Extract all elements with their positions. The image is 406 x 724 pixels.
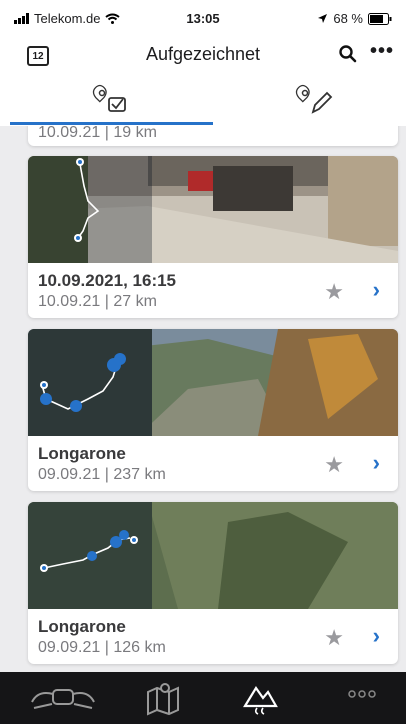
track-thumbnail <box>28 329 398 436</box>
track-card[interactable]: 10.09.2021, 16:15 10.09.21 | 27 km ★ › <box>28 156 398 318</box>
track-footer: Longarone 09.09.21 | 126 km ★ › <box>28 609 398 664</box>
track-card[interactable]: 10.09.21 | 19 km <box>28 126 398 146</box>
favorite-star-icon[interactable]: ★ <box>324 279 344 305</box>
location-arrow-icon <box>318 14 328 23</box>
track-thumbnail <box>28 156 398 263</box>
more-icon[interactable] <box>346 688 378 700</box>
battery-group: 68 % <box>317 11 392 26</box>
track-footer: 10.09.2021, 16:15 10.09.21 | 27 km ★ › <box>28 263 398 318</box>
search-icon[interactable] <box>338 44 358 64</box>
track-footer: Longarone 09.09.21 | 237 km ★ › <box>28 436 398 491</box>
favorite-star-icon[interactable]: ★ <box>324 452 344 478</box>
chevron-right-icon[interactable]: › <box>373 277 380 303</box>
chevron-right-icon[interactable]: › <box>373 623 380 649</box>
favorite-star-icon[interactable]: ★ <box>324 625 344 651</box>
tab-bar <box>0 78 406 126</box>
track-thumbnail <box>28 502 398 609</box>
tab-planned-icon[interactable] <box>295 84 335 116</box>
track-meta: 10.09.21 | 19 km <box>38 126 157 141</box>
track-list[interactable]: 10.09.21 | 19 km 10.09.2021, 16:15 10.09… <box>0 126 406 672</box>
bottom-navigation <box>0 672 406 724</box>
status-bar: Telekom.de 13:05 68 % <box>0 0 406 34</box>
battery-icon <box>368 12 392 25</box>
battery-label: 68 % <box>333 11 363 26</box>
tab-indicator <box>10 122 213 125</box>
motorbike-icon[interactable] <box>28 680 98 716</box>
tab-recorded-icon[interactable] <box>92 84 132 116</box>
navigation-bar: 12 Aufgezeichnet ••• <box>0 34 406 78</box>
track-card[interactable]: Longarone 09.09.21 | 237 km ★ › <box>28 329 398 491</box>
more-options-icon[interactable]: ••• <box>370 40 394 63</box>
chevron-right-icon[interactable]: › <box>373 450 380 476</box>
mountains-icon[interactable] <box>242 680 278 716</box>
map-icon[interactable] <box>145 680 181 716</box>
track-card[interactable]: Longarone 09.09.21 | 126 km ★ › <box>28 502 398 664</box>
